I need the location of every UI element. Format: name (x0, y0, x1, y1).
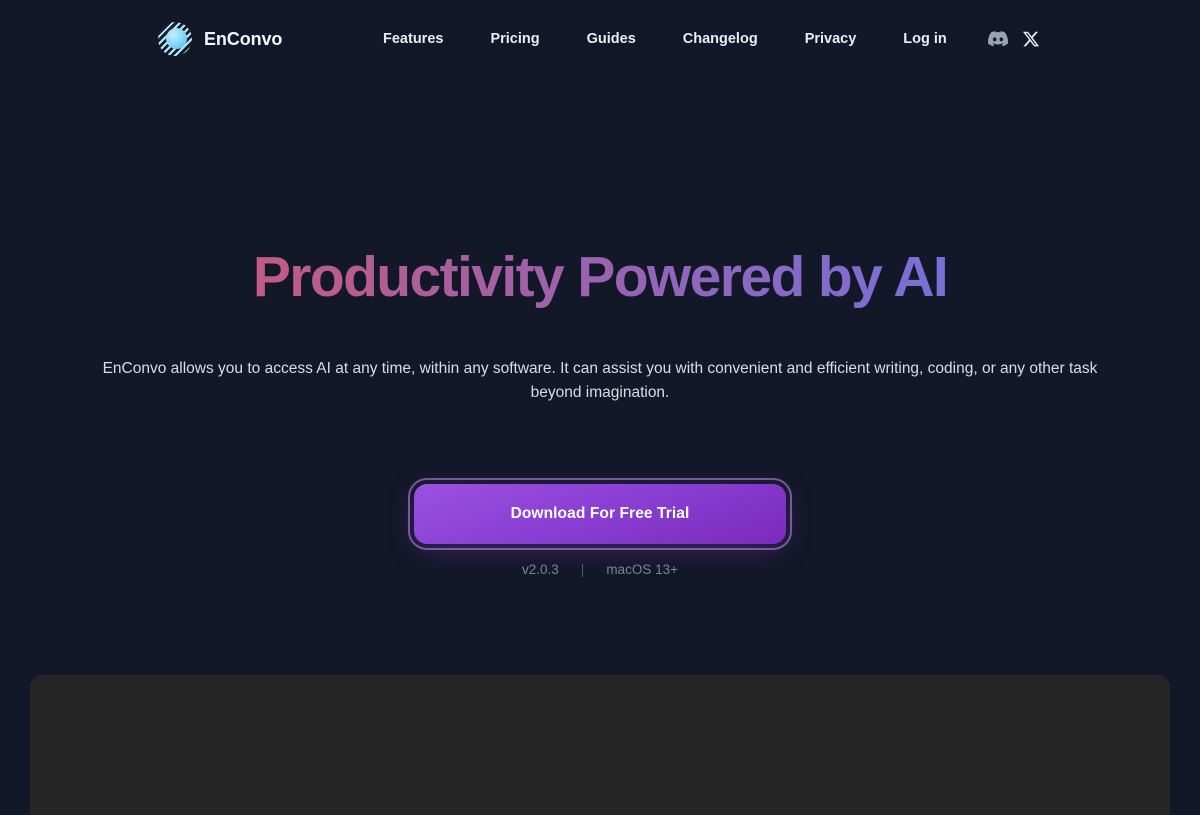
brand-logo[interactable]: EnConvo (158, 22, 282, 56)
download-free-trial-button[interactable]: Download For Free Trial (408, 478, 792, 550)
nav-link-login[interactable]: Log in (903, 31, 947, 47)
main-navigation: Features Pricing Guides Changelog Privac… (383, 31, 947, 47)
x-twitter-icon[interactable] (1022, 30, 1040, 48)
nav-link-pricing[interactable]: Pricing (490, 31, 539, 47)
discord-icon[interactable] (988, 31, 1008, 47)
nav-link-changelog[interactable]: Changelog (683, 31, 758, 47)
meta-separator: | (580, 562, 585, 577)
brand-name: EnConvo (204, 28, 283, 49)
app-version: v2.0.3 (522, 562, 559, 577)
page-title: Productivity Powered by AI (0, 245, 1200, 310)
site-header: EnConvo Features Pricing Guides Changelo… (0, 0, 1200, 80)
download-meta: v2.0.3 | macOS 13+ (0, 562, 1200, 577)
nav-link-features[interactable]: Features (383, 31, 443, 47)
cta-container: Download For Free Trial (0, 478, 1200, 550)
enconvo-sphere-logo-icon (158, 22, 192, 56)
nav-link-privacy[interactable]: Privacy (805, 31, 857, 47)
product-showcase-panel (30, 675, 1170, 815)
hero-subtitle: EnConvo allows you to access AI at any t… (102, 360, 1098, 402)
social-links (988, 30, 1040, 48)
nav-link-guides[interactable]: Guides (587, 31, 636, 47)
platform-requirement: macOS 13+ (606, 562, 678, 577)
